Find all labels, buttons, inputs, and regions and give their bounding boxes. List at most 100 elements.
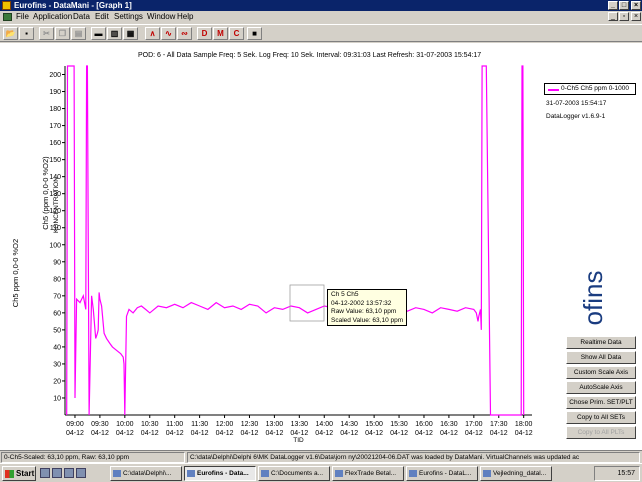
- x-tick-date-label: 04-12: [141, 430, 159, 437]
- x-tick-date-label: 04-12: [241, 430, 259, 437]
- x-tick-date-label: 04-12: [116, 430, 134, 437]
- y-axis-label-2: Ch5 (ppm 0,0-0 %O2): [41, 156, 50, 230]
- x-tick-date-label: 04-12: [490, 430, 508, 437]
- menu-application[interactable]: Application: [33, 12, 72, 22]
- x-tick-date-label: 04-12: [91, 430, 109, 437]
- maximize-button[interactable]: □: [619, 1, 629, 10]
- d-button[interactable]: D: [197, 27, 212, 40]
- line-chart-b-icon[interactable]: ∿: [161, 27, 176, 40]
- copy-to-all-plts-button[interactable]: Copy to All PLTs: [566, 426, 636, 439]
- copy-icon[interactable]: ❐: [55, 27, 70, 40]
- app-icon: [2, 1, 11, 10]
- y-tick-label: 60: [53, 310, 61, 317]
- x-tick-label: 14:30: [340, 421, 358, 428]
- task-flextrade[interactable]: FlexTrade Betal...: [332, 466, 404, 481]
- y-tick-label: 40: [53, 344, 61, 351]
- quicklaunch-explorer-icon[interactable]: [64, 468, 74, 478]
- x-tick-date-label: 04-12: [415, 430, 433, 437]
- menu-help[interactable]: Help: [177, 12, 193, 22]
- paste-icon[interactable]: ▤: [71, 27, 86, 40]
- menu-file[interactable]: File: [16, 12, 29, 22]
- start-label: Start: [16, 469, 35, 478]
- save-icon[interactable]: ▪: [19, 27, 34, 40]
- autoscale-axis-button[interactable]: AutoScale Axis: [566, 381, 636, 394]
- word-document-icon: [483, 470, 491, 477]
- task-label: Eurofins - Data...: [197, 470, 249, 477]
- c-button[interactable]: C: [229, 27, 244, 40]
- y-tick-label: 80: [53, 276, 61, 283]
- tile-vertical-icon[interactable]: ▥: [107, 27, 122, 40]
- task-documents[interactable]: C:\Documents a...: [258, 466, 330, 481]
- series-line-ch5[interactable]: [66, 65, 525, 416]
- copy-to-all-sets-button[interactable]: Copy to All SETs: [566, 411, 636, 424]
- x-tick-date-label: 04-12: [216, 430, 234, 437]
- window-title: Eurofins - DataMani - [Graph 1]: [14, 1, 132, 10]
- app-icon: [409, 470, 417, 477]
- quicklaunch-desktop-icon[interactable]: [40, 468, 50, 478]
- task-label: Vejledning_datal...: [493, 470, 547, 477]
- y-tick-label: 20: [53, 378, 61, 385]
- task-eurofins-datamani[interactable]: Eurofins - Data...: [184, 466, 256, 481]
- chose-prim-set-plt-button[interactable]: Chose Prim. SET/PLT: [566, 396, 636, 409]
- quicklaunch-browser-icon[interactable]: [52, 468, 62, 478]
- x-tick-date-label: 04-12: [66, 430, 84, 437]
- x-tick-label: 15:30: [390, 421, 408, 428]
- legend[interactable]: 0-Ch5 Ch5 ppm 0-1000: [544, 83, 636, 95]
- y-tick-label: 100: [49, 242, 61, 249]
- close-button[interactable]: ×: [631, 1, 641, 10]
- y-tick-label: 10: [53, 395, 61, 402]
- custom-scale-axis-button[interactable]: Custom Scale Axis: [566, 366, 636, 379]
- x-tick-label: 10:00: [116, 421, 134, 428]
- start-button[interactable]: Start: [2, 466, 36, 481]
- task-vejledning[interactable]: Vejledning_datal...: [480, 466, 552, 481]
- show-all-data-button[interactable]: Show All Data: [566, 351, 636, 364]
- mdi-restore-button[interactable]: ▫: [619, 12, 629, 21]
- menu-data[interactable]: Data: [73, 12, 90, 22]
- y-tick-label: 200: [49, 72, 61, 79]
- status-message: C:\data\Delphi\Delphi 6\MK DataLogger v1…: [187, 452, 640, 463]
- x-tick-date-label: 04-12: [465, 430, 483, 437]
- clock[interactable]: 15:57: [617, 470, 635, 477]
- x-tick-label: 11:30: [191, 421, 208, 428]
- line-chart-c-icon[interactable]: ∾: [177, 27, 192, 40]
- tile-horizontal-icon[interactable]: ▬: [91, 27, 106, 40]
- mdi-minimize-button[interactable]: _: [608, 12, 618, 21]
- quicklaunch-app-icon[interactable]: [76, 468, 86, 478]
- x-tick-label: 15:00: [365, 421, 383, 428]
- y-tick-label: 90: [53, 259, 61, 266]
- line-chart-a-icon[interactable]: ∧: [145, 27, 160, 40]
- tooltip-channel: Ch 5 Ch5: [331, 291, 359, 298]
- menu-settings[interactable]: Settings: [114, 12, 143, 22]
- realtime-data-button[interactable]: Realtime Data: [566, 336, 636, 349]
- x-tick-date-label: 04-12: [390, 430, 408, 437]
- tooltip-scaled-value: Scaled Value: 63,10 ppm: [331, 316, 404, 324]
- eurofins-logo-icon: ofins: [580, 271, 608, 326]
- x-tick-label: 09:30: [91, 421, 109, 428]
- y-tick-label: 190: [49, 89, 61, 96]
- task-explorer-data[interactable]: C:\data\Delphi\...: [110, 466, 182, 481]
- m-button[interactable]: M: [213, 27, 228, 40]
- legend-series-label: 0-Ch5 Ch5 ppm 0-1000: [561, 85, 629, 92]
- x-tick-date-label: 04-12: [290, 430, 308, 437]
- x-tick-label: 11:00: [166, 421, 183, 428]
- task-eurofins-datalogger[interactable]: Eurofins - DataL...: [406, 466, 478, 481]
- menu-edit[interactable]: Edit: [95, 12, 109, 22]
- menu-window[interactable]: Window: [147, 12, 175, 22]
- document-icon[interactable]: [3, 13, 12, 21]
- x-tick-date-label: 04-12: [265, 430, 283, 437]
- y-tick-label: 170: [49, 123, 61, 130]
- minimize-button[interactable]: _: [608, 1, 618, 10]
- stop-icon[interactable]: ■: [247, 27, 262, 40]
- cascade-icon[interactable]: ▦: [123, 27, 138, 40]
- cut-icon[interactable]: ✂: [39, 27, 54, 40]
- open-folder-icon[interactable]: 📂: [3, 27, 18, 40]
- folder-icon: [261, 470, 269, 477]
- y-axis-label-3: KONCENTRATION: [53, 177, 60, 233]
- y-axis-label: Ch5 ppm 0,0-0 %O2: [11, 239, 20, 307]
- folder-icon: [113, 470, 121, 477]
- toolbar: 📂 ▪ ✂ ❐ ▤ ▬ ▥ ▦ ∧ ∿ ∾ D M C ■: [0, 24, 642, 42]
- x-tick-label: 17:30: [490, 421, 508, 428]
- mdi-close-button[interactable]: ×: [631, 12, 641, 21]
- y-tick-label: 30: [53, 361, 61, 368]
- data-tooltip: Ch 5 Ch5 04-12-2002 13:57:32 Raw Value: …: [327, 289, 407, 326]
